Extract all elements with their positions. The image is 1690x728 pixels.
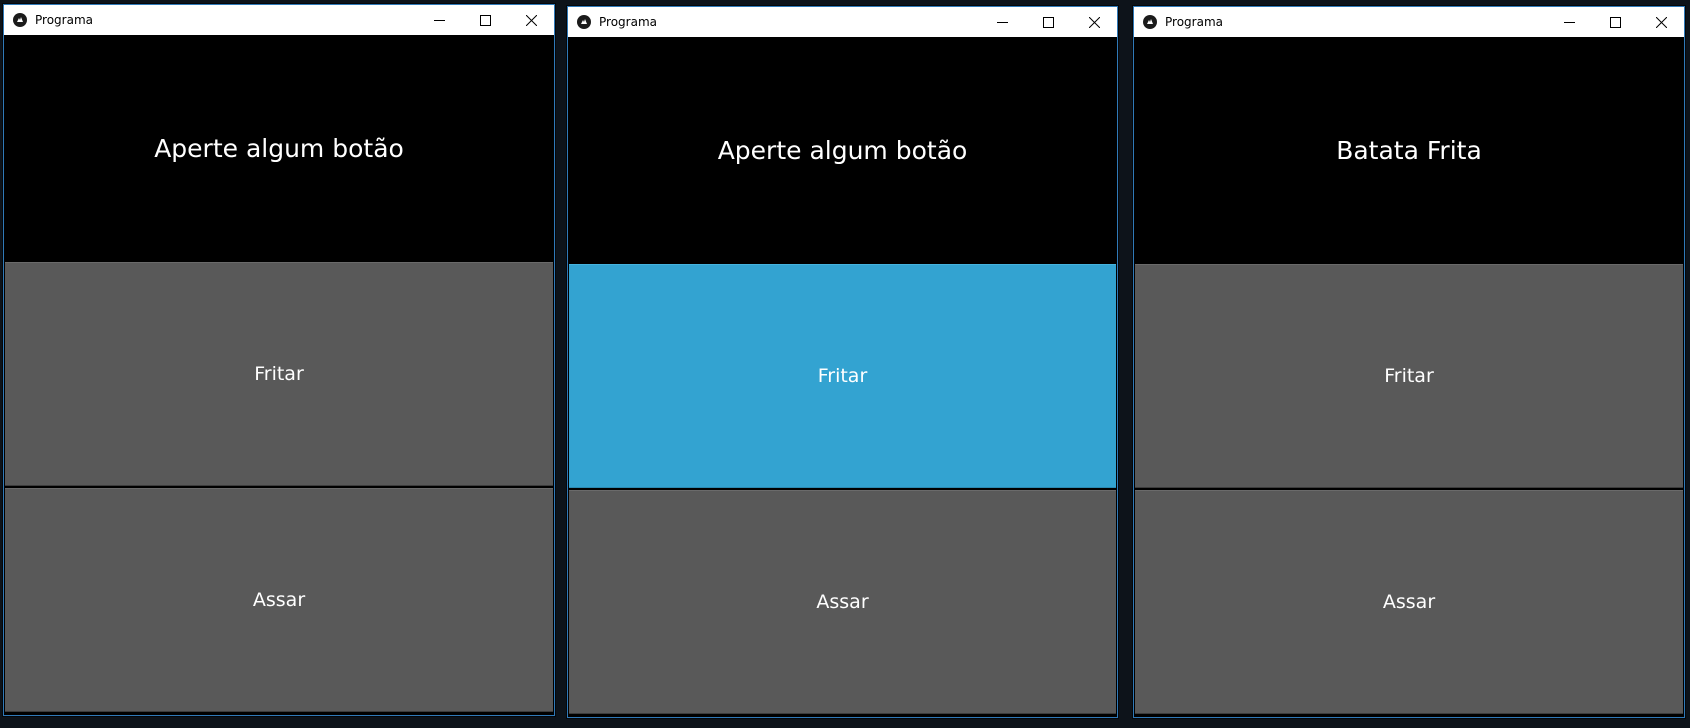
minimize-button[interactable] <box>1546 7 1592 37</box>
assar-button[interactable]: Assar <box>5 488 553 712</box>
window-titlebar[interactable]: Programa <box>4 5 554 35</box>
fritar-button[interactable]: Fritar <box>5 262 553 486</box>
window-controls <box>416 5 554 35</box>
app-window-1: Programa Aperte algum botão Fritar Assar <box>3 4 555 716</box>
app-icon <box>13 13 27 27</box>
window-title: Programa <box>1165 15 1223 29</box>
fritar-button[interactable]: Fritar <box>1135 264 1683 488</box>
maximize-icon <box>1042 16 1054 28</box>
window-title: Programa <box>35 13 93 27</box>
status-label: Aperte algum botão <box>717 135 968 165</box>
app-icon <box>1143 15 1157 29</box>
minimize-icon <box>996 21 1008 23</box>
close-button[interactable] <box>508 5 554 35</box>
fritar-button[interactable]: Fritar <box>569 264 1116 488</box>
minimize-button[interactable] <box>979 7 1025 37</box>
status-label: Aperte algum botão <box>154 133 404 163</box>
close-button[interactable] <box>1638 7 1684 37</box>
desktop: Programa Aperte algum botão Fritar Assar <box>0 0 1690 728</box>
minimize-icon <box>433 19 445 21</box>
maximize-button[interactable] <box>462 5 508 35</box>
minimize-icon <box>1563 21 1575 23</box>
maximize-button[interactable] <box>1592 7 1638 37</box>
window-title: Programa <box>599 15 657 29</box>
maximize-icon <box>479 14 491 26</box>
window-controls <box>1546 7 1684 37</box>
close-icon <box>525 14 537 26</box>
app-window-2: Programa Aperte algum botão Fritar Assar <box>567 6 1118 718</box>
close-icon <box>1088 16 1100 28</box>
window-content: Aperte algum botão Fritar Assar <box>568 37 1117 717</box>
close-button[interactable] <box>1071 7 1117 37</box>
window-content: Aperte algum botão Fritar Assar <box>4 35 554 715</box>
window-controls <box>979 7 1117 37</box>
app-window-3: Programa Batata Frita Fritar Assar <box>1133 6 1685 718</box>
assar-button[interactable]: Assar <box>1135 490 1683 714</box>
assar-button[interactable]: Assar <box>569 490 1116 714</box>
app-icon <box>577 15 591 29</box>
close-icon <box>1655 16 1667 28</box>
maximize-icon <box>1609 16 1621 28</box>
window-content: Batata Frita Fritar Assar <box>1134 37 1684 717</box>
maximize-button[interactable] <box>1025 7 1071 37</box>
window-titlebar[interactable]: Programa <box>568 7 1117 37</box>
minimize-button[interactable] <box>416 5 462 35</box>
window-titlebar[interactable]: Programa <box>1134 7 1684 37</box>
status-label: Batata Frita <box>1336 135 1482 165</box>
